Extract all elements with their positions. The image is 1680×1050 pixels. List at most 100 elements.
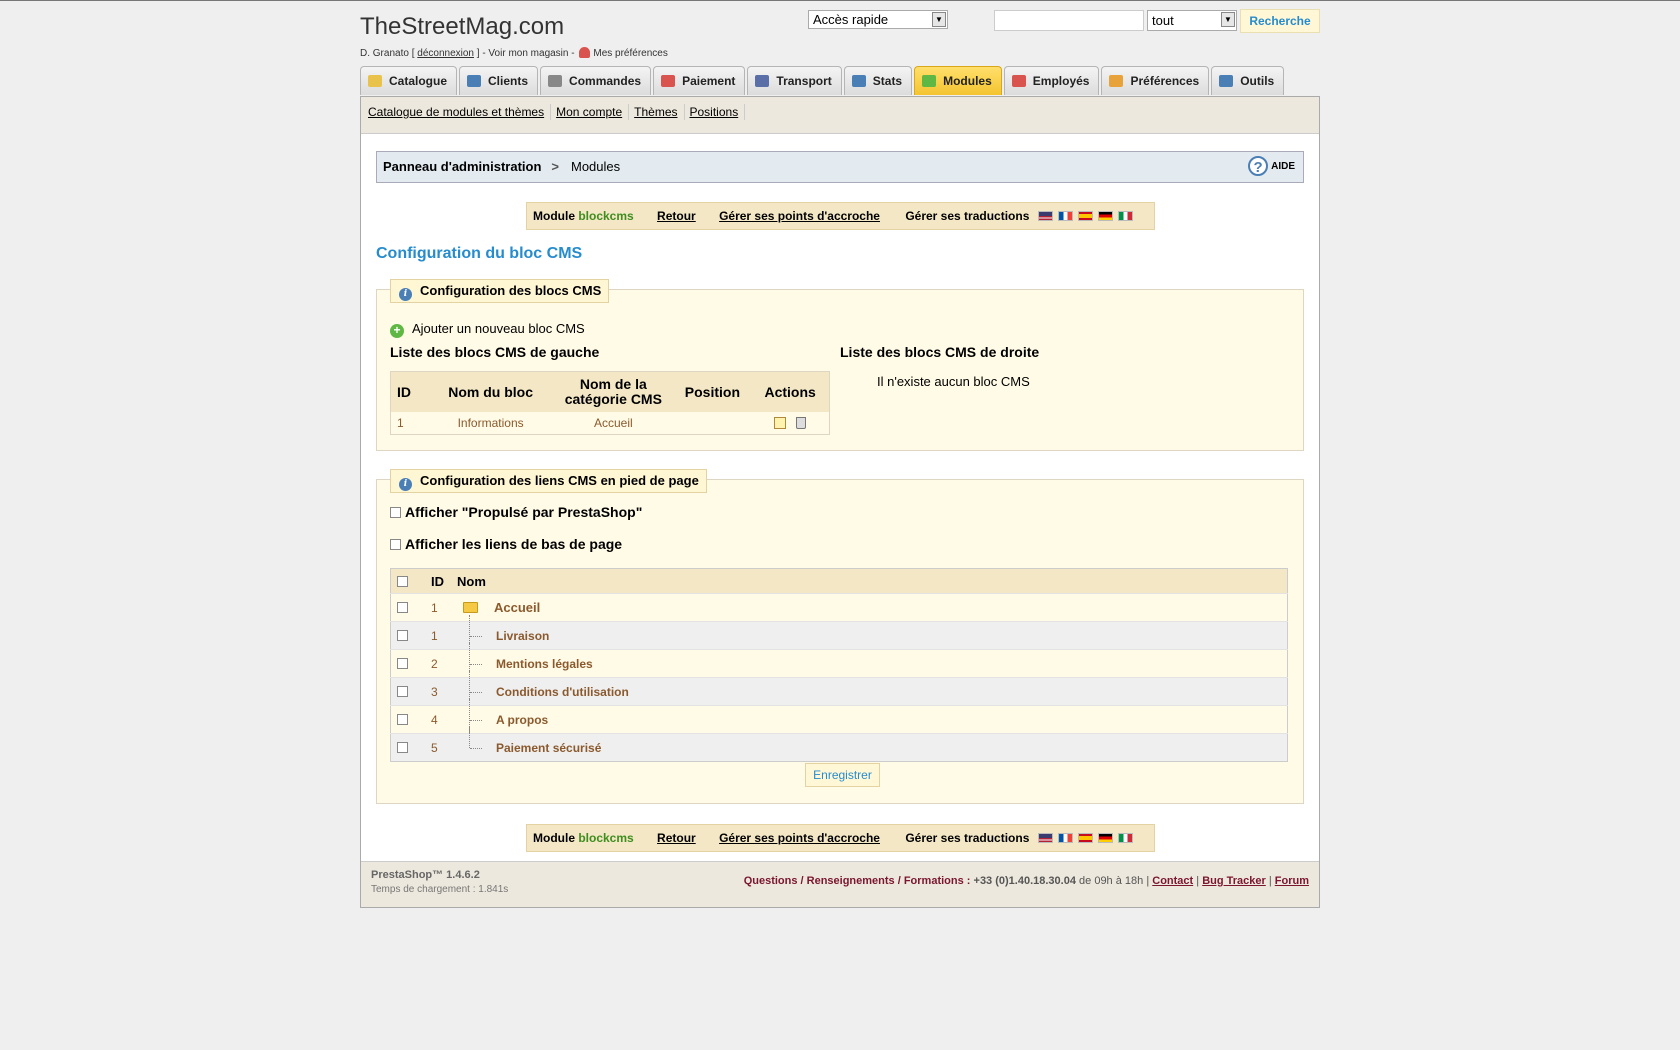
- flag-es-icon[interactable]: [1077, 211, 1093, 221]
- phone-number: +33 (0)1.40.18.30.04: [973, 875, 1076, 887]
- flag-en-icon[interactable]: [1037, 833, 1053, 843]
- col-header-name: Nom: [457, 568, 1288, 594]
- flag-fr-icon[interactable]: [1057, 833, 1073, 843]
- module-name: blockcms: [578, 209, 634, 223]
- show-footer-links-option: Afficher les liens de bas de page: [390, 536, 622, 552]
- forum-link[interactable]: Forum: [1275, 875, 1309, 887]
- row-checkbox[interactable]: [397, 657, 408, 669]
- user-icon: [579, 47, 591, 58]
- chevron-down-icon: ▼: [1221, 12, 1235, 27]
- table-row: 1 Livraison: [390, 615, 1288, 657]
- col-header-id: ID: [431, 568, 457, 594]
- row-checkbox[interactable]: [397, 685, 408, 697]
- search-input[interactable]: [994, 10, 1144, 31]
- edit-icon[interactable]: [774, 417, 787, 429]
- save-button[interactable]: Enregistrer: [805, 763, 880, 787]
- select-all-checkbox[interactable]: [397, 575, 408, 587]
- subnav-item-3[interactable]: Positions: [690, 104, 746, 120]
- contact-link[interactable]: Contact: [1152, 875, 1193, 887]
- translations-label: Gérer ses traductions: [905, 831, 1030, 845]
- quick-access-select[interactable]: Accès rapide ▼: [808, 10, 948, 29]
- cms-blocks-legend: i Configuration des blocs CMS: [390, 279, 610, 303]
- puzzle-icon: [922, 75, 937, 87]
- version-text: PrestaShop™ 1.4.6.2: [371, 869, 480, 881]
- translation-flags: [1033, 209, 1133, 223]
- breadcrumb-root[interactable]: Panneau d'administration: [383, 159, 541, 174]
- subnav-item-1[interactable]: Mon compte: [556, 104, 630, 120]
- tree-branch: [470, 719, 482, 721]
- flag-de-icon[interactable]: [1097, 833, 1113, 843]
- user-name: D. Granato: [360, 48, 409, 59]
- row-checkbox[interactable]: [397, 741, 408, 753]
- page-id: 3: [431, 677, 457, 706]
- flag-it-icon[interactable]: [1117, 211, 1133, 221]
- tab-employés[interactable]: Employés: [1003, 66, 1100, 95]
- tab-stats[interactable]: Stats: [843, 66, 913, 95]
- add-block-link[interactable]: + Ajouter un nouveau bloc CMS: [390, 321, 585, 338]
- flag-it-icon[interactable]: [1117, 833, 1133, 843]
- translation-flags: [1033, 831, 1133, 845]
- page-name: Paiement sécurisé: [496, 740, 602, 755]
- block-category: Accueil: [553, 412, 674, 435]
- page-title: Configuration du bloc CMS: [376, 245, 583, 262]
- logout-link[interactable]: déconnexion: [417, 48, 474, 59]
- block-name[interactable]: Informations: [428, 412, 554, 435]
- preferences-link[interactable]: Mes préférences: [593, 48, 667, 59]
- footer-links-fieldset: i Configuration des liens CMS en pied de …: [376, 469, 1304, 804]
- wrench-icon: [1219, 75, 1234, 87]
- bug-tracker-link[interactable]: Bug Tracker: [1202, 875, 1266, 887]
- cart-icon: [548, 75, 563, 87]
- category-name: Accueil: [494, 600, 541, 615]
- user-line: D. Granato [ déconnexion ] - Voir mon ma…: [360, 47, 668, 59]
- tab-commandes[interactable]: Commandes: [540, 66, 652, 95]
- main-tabs: Catalogue Clients Commandes Paiement Transpo…: [360, 66, 1286, 96]
- chart-icon: [851, 75, 866, 87]
- left-blocks-table: ID Nom du bloc Nom de la catégorie CMS P…: [390, 371, 830, 435]
- flag-es-icon[interactable]: [1077, 833, 1093, 843]
- subnav-item-0[interactable]: Catalogue de modules et thèmes: [368, 104, 552, 120]
- tab-outils[interactable]: Outils: [1211, 66, 1285, 95]
- main-panel: Catalogue de modules et thèmes Mon compte…: [360, 96, 1320, 908]
- translations-label: Gérer ses traductions: [905, 209, 1030, 223]
- page-id: 5: [431, 733, 457, 762]
- manage-hooks-link[interactable]: Gérer ses points d'accroche: [719, 831, 880, 845]
- truck-icon: [755, 75, 770, 87]
- footer-links: Questions / Renseignements / Formations …: [743, 875, 1309, 887]
- tab-clients[interactable]: Clients: [459, 66, 539, 95]
- subnav-item-2[interactable]: Thèmes: [634, 104, 685, 120]
- tab-transport[interactable]: Transport: [747, 66, 842, 95]
- no-block-message: Il n'existe aucun bloc CMS: [877, 374, 1030, 389]
- back-link[interactable]: Retour: [657, 831, 696, 845]
- info-icon: i: [399, 288, 412, 301]
- back-link[interactable]: Retour: [657, 209, 696, 223]
- tab-préférences[interactable]: Préférences: [1101, 66, 1210, 95]
- page-footer: PrestaShop™ 1.4.6.2 Temps de chargement …: [361, 861, 1319, 907]
- cms-blocks-fieldset: i Configuration des blocs CMS + Ajouter un…: [376, 279, 1304, 451]
- tab-modules[interactable]: Modules: [914, 66, 1002, 95]
- folder-icon: [368, 75, 382, 87]
- search-button[interactable]: Recherche: [1240, 9, 1320, 33]
- delete-icon[interactable]: [796, 417, 807, 429]
- table-row: 1 Accueil: [390, 593, 1288, 622]
- show-footer-links-checkbox[interactable]: [390, 539, 401, 550]
- help-button[interactable]: ? AIDE: [1248, 156, 1295, 178]
- manage-hooks-link[interactable]: Gérer ses points d'accroche: [719, 209, 880, 223]
- tab-paiement[interactable]: Paiement: [653, 66, 746, 95]
- employee-icon: [1011, 75, 1026, 87]
- tree-branch: [470, 691, 482, 693]
- add-icon: +: [390, 324, 404, 338]
- flag-de-icon[interactable]: [1097, 211, 1113, 221]
- row-checkbox[interactable]: [397, 713, 408, 725]
- tab-catalogue[interactable]: Catalogue: [360, 66, 458, 95]
- row-checkbox[interactable]: [397, 629, 408, 641]
- search-scope-select[interactable]: tout ▼: [1147, 10, 1237, 31]
- flag-en-icon[interactable]: [1037, 211, 1053, 221]
- info-icon: i: [399, 478, 412, 491]
- flag-fr-icon[interactable]: [1057, 211, 1073, 221]
- col-header-actions: Actions: [751, 371, 830, 412]
- show-powered-checkbox[interactable]: [390, 507, 401, 518]
- table-row: 1 Informations Accueil: [390, 412, 830, 435]
- row-checkbox[interactable]: [397, 601, 408, 613]
- sub-navigation: Catalogue de modules et thèmes Mon compte…: [361, 97, 1319, 134]
- tree-branch: [470, 635, 482, 637]
